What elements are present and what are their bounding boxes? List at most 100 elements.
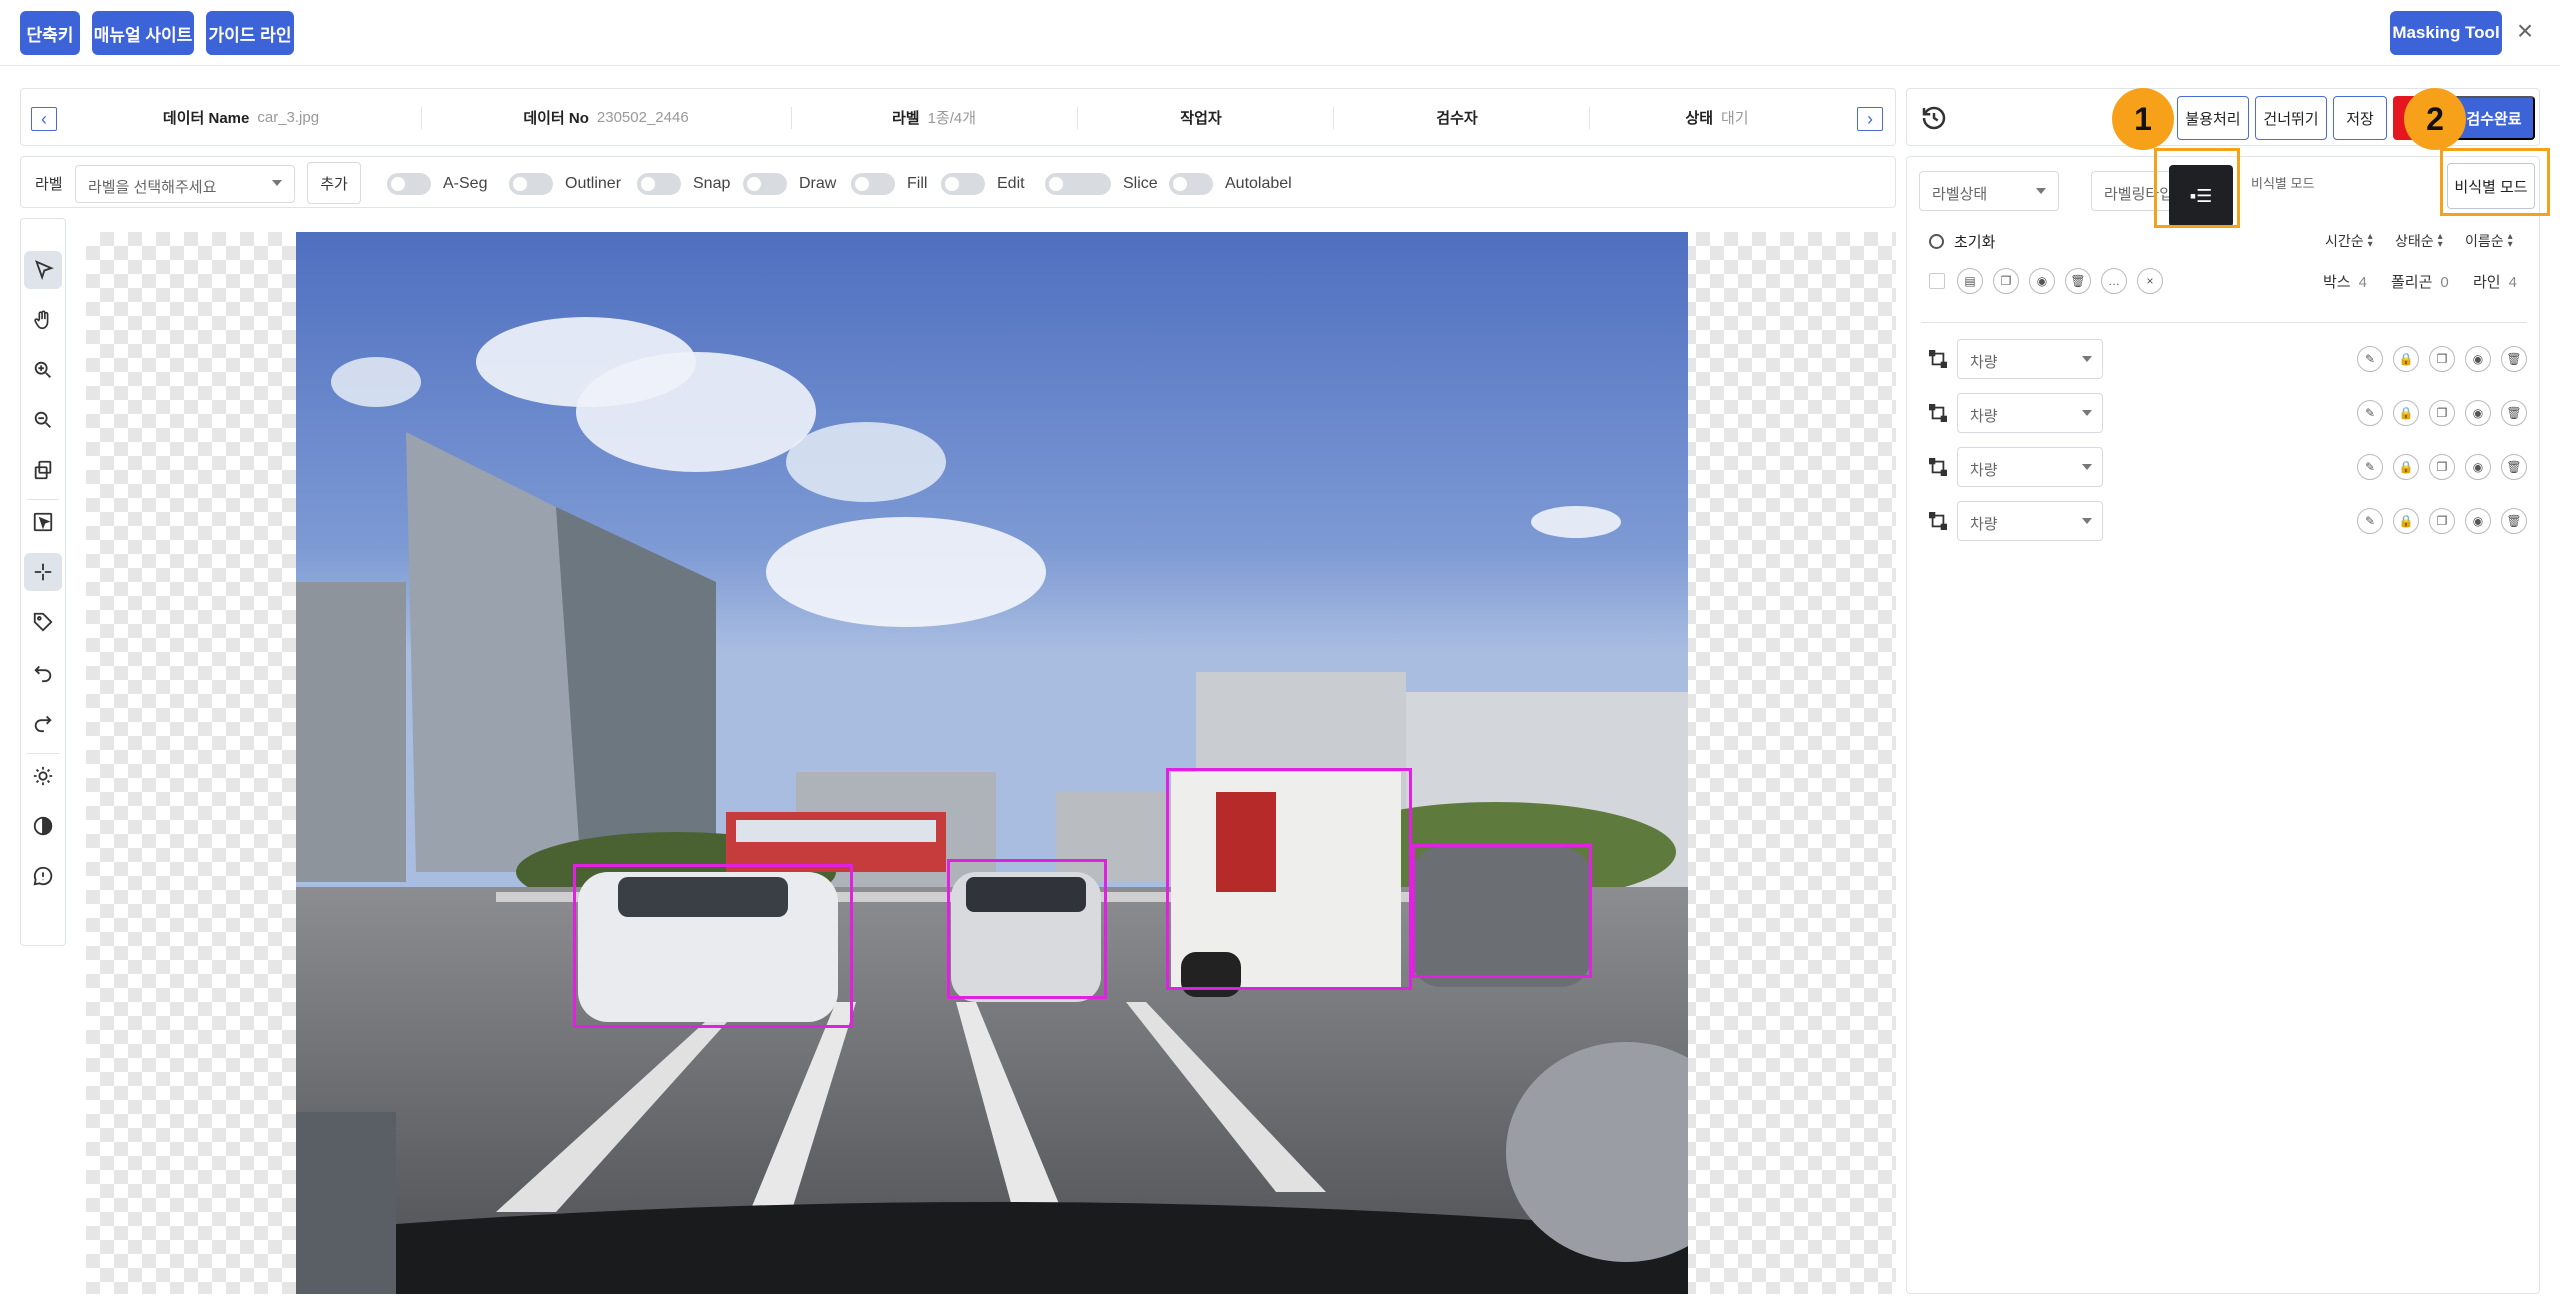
copy-icon[interactable]: ❐: [2429, 400, 2455, 426]
comment-close-icon[interactable]: ×: [2137, 268, 2163, 294]
comment-icon[interactable]: …: [2101, 268, 2127, 294]
sort-name[interactable]: 이름순 ▴ ▾: [2465, 231, 2513, 251]
save-button[interactable]: 저장: [2333, 96, 2387, 140]
crosshair-icon[interactable]: [24, 553, 62, 591]
label-item[interactable]: 차량 ✎ 🔒 ❐ ◉ 🗑: [1921, 501, 2527, 541]
tag-icon[interactable]: [24, 603, 62, 641]
skip-button[interactable]: 건너뛰기: [2255, 96, 2327, 140]
label-class-select[interactable]: 차량: [1957, 339, 2103, 379]
edit-icon[interactable]: ✎: [2357, 400, 2383, 426]
row-actions: ✎ 🔒 ❐ ◉ 🗑: [2347, 508, 2527, 534]
sort-time[interactable]: 시간순 ▴ ▾: [2325, 231, 2373, 251]
label-item[interactable]: 차량 ✎ 🔒 ❐ ◉ 🗑: [1921, 393, 2527, 433]
label-toolbar: 라벨 라벨을 선택해주세요 추가 A-Seg Outliner Snap Dra…: [20, 156, 1896, 208]
trash-icon[interactable]: 🗑: [2501, 508, 2527, 534]
road-scene-image: [296, 232, 1688, 1294]
copy-icon[interactable]: ❐: [2429, 454, 2455, 480]
bounding-box[interactable]: [573, 864, 853, 1028]
manual-site-button[interactable]: 매뉴얼 사이트: [92, 11, 194, 55]
lock-icon[interactable]: 🔒: [2393, 346, 2419, 372]
brightness-icon[interactable]: [24, 757, 62, 795]
alert-icon[interactable]: [24, 857, 62, 895]
trash-icon[interactable]: 🗑: [2501, 454, 2527, 480]
hand-icon[interactable]: [24, 301, 62, 339]
copy-icon[interactable]: ❐: [1993, 268, 2019, 294]
label-status-select[interactable]: 라벨상태: [1919, 171, 2059, 211]
image-canvas[interactable]: [86, 232, 1896, 1294]
select-all-checkbox[interactable]: [1929, 273, 1945, 289]
mode-label: 비식별 모드: [2251, 176, 2315, 191]
toggle-slice[interactable]: Slice: [1045, 172, 1158, 196]
toggle-fill[interactable]: Fill: [851, 172, 927, 196]
trash-icon[interactable]: 🗑: [2501, 346, 2527, 372]
trash-icon[interactable]: 🗑: [2501, 400, 2527, 426]
sort-status[interactable]: 상태순 ▴ ▾: [2395, 231, 2443, 251]
masking-tool-button[interactable]: Masking Tool: [2390, 11, 2502, 55]
contrast-icon[interactable]: [24, 807, 62, 845]
left-tool-panel: [20, 218, 66, 946]
label-title: 라벨: [35, 176, 63, 193]
toggle-a-seg[interactable]: A-Seg: [387, 172, 487, 196]
label-select[interactable]: 라벨을 선택해주세요: [75, 165, 295, 203]
select-pointer-icon[interactable]: [24, 251, 62, 289]
bounding-box[interactable]: [947, 859, 1107, 999]
reset-icon: [1929, 234, 1944, 249]
zoom-in-icon[interactable]: [24, 351, 62, 389]
eye-icon[interactable]: ◉: [2465, 400, 2491, 426]
polygon-count: 폴리곤 0: [2391, 274, 2449, 291]
lock-icon[interactable]: 🔒: [2393, 454, 2419, 480]
label-class-select[interactable]: 차량: [1957, 393, 2103, 433]
eye-icon[interactable]: ◉: [2029, 268, 2055, 294]
edit-icon[interactable]: ✎: [2357, 346, 2383, 372]
top-bar: 단축키 매뉴얼 사이트 가이드 라인 Masking Tool ×: [0, 0, 2560, 66]
bounding-box[interactable]: [1412, 844, 1592, 978]
close-icon[interactable]: ×: [2512, 17, 2538, 45]
toggle-edit[interactable]: Edit: [941, 172, 1025, 196]
row-actions: ✎ 🔒 ❐ ◉ 🗑: [2347, 346, 2527, 372]
eye-icon[interactable]: ◉: [2465, 454, 2491, 480]
chevron-right-icon[interactable]: ›: [1857, 107, 1883, 131]
toggle-outliner[interactable]: Outliner: [509, 172, 621, 196]
data-info-bar: ‹ 데이터 Name car_3.jpg 데이터 No 230502_2446 라벨…: [20, 88, 1896, 146]
label-list-panel: 라벨상태 라벨링타입 ▪☰ 비식별 모드 비식별 모드 초기화 시간순 ▴ ▾ 상태…: [1906, 156, 2540, 1294]
lock-icon[interactable]: 🔒: [2393, 508, 2419, 534]
label-item[interactable]: 차량 ✎ 🔒 ❐ ◉ 🗑: [1921, 447, 2527, 487]
bounding-box[interactable]: [1166, 768, 1412, 990]
box-select-icon[interactable]: [24, 503, 62, 541]
callout-2: 2: [2404, 88, 2466, 150]
guideline-button[interactable]: 가이드 라인: [206, 11, 294, 55]
label-item[interactable]: 차량 ✎ 🔒 ❐ ◉ 🗑: [1921, 339, 2527, 379]
label-class-select[interactable]: 차량: [1957, 501, 2103, 541]
zoom-out-icon[interactable]: [24, 401, 62, 439]
info-data-no: 데이터 No 230502_2446: [523, 108, 689, 127]
chevron-left-icon[interactable]: ‹: [31, 107, 57, 131]
shortcuts-button[interactable]: 단축키: [20, 11, 80, 55]
info-reviewer: 검수자: [1436, 109, 1478, 127]
label-class-select[interactable]: 차량: [1957, 447, 2103, 487]
eye-icon[interactable]: ◉: [2465, 508, 2491, 534]
eye-icon[interactable]: ◉: [2465, 346, 2491, 372]
add-label-button[interactable]: 추가: [307, 162, 361, 204]
history-icon[interactable]: [1919, 103, 1949, 133]
bbox-icon: [1929, 458, 1947, 476]
edit-icon[interactable]: ✎: [2357, 508, 2383, 534]
copy-icon[interactable]: ❐: [2429, 346, 2455, 372]
lock-icon[interactable]: 🔒: [2393, 400, 2419, 426]
toggle-draw[interactable]: Draw: [743, 172, 836, 196]
clipboard-icon[interactable]: ▤: [1957, 268, 1983, 294]
caret-down-icon: [272, 180, 282, 186]
bbox-icon: [1929, 350, 1947, 368]
reject-button[interactable]: 불용처리: [2177, 96, 2249, 140]
undo-icon[interactable]: [24, 653, 62, 691]
toggle-autolabel[interactable]: Autolabel: [1169, 172, 1292, 196]
bbox-icon: [1929, 404, 1947, 422]
copy-layer-icon[interactable]: [24, 451, 62, 489]
info-data-name: 데이터 Name car_3.jpg: [162, 108, 320, 127]
copy-icon[interactable]: ❐: [2429, 508, 2455, 534]
callout-1: 1: [2112, 88, 2174, 150]
edit-icon[interactable]: ✎: [2357, 454, 2383, 480]
toggle-snap[interactable]: Snap: [637, 172, 730, 196]
reset-button[interactable]: 초기화: [1929, 231, 1995, 252]
trash-icon[interactable]: 🗑: [2065, 268, 2091, 294]
redo-icon[interactable]: [24, 703, 62, 741]
